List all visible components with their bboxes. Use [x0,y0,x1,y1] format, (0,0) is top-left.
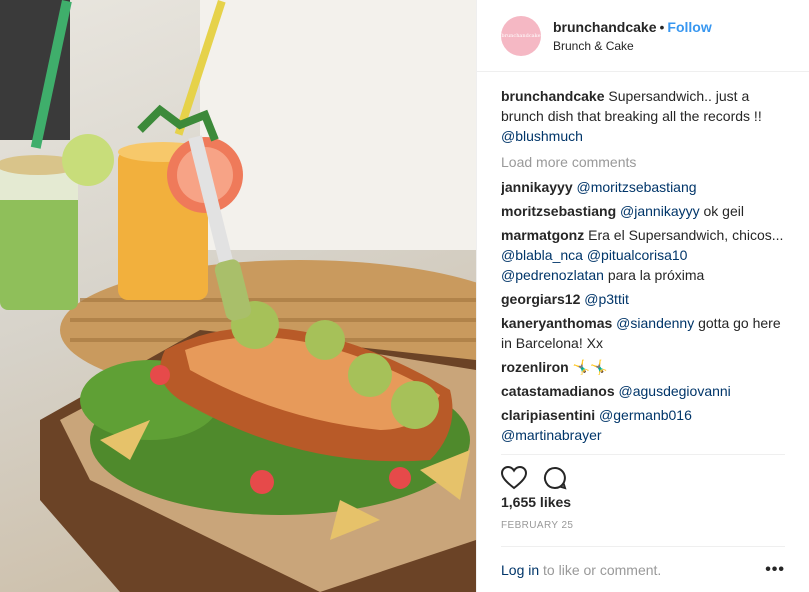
comment-item: moritzsebastiang @jannikayyy ok geil [501,201,791,221]
comment-item: georgiars12 @p3ttit [501,289,791,309]
comment-username[interactable]: claripiasentini [501,407,595,423]
login-prompt: Log in to like or comment. [501,562,661,578]
avatar[interactable]: brunchandcake [501,15,541,56]
username-link[interactable]: brunchandcake [553,19,656,35]
post-header: brunchandcake brunchandcake • Follow Brunc… [477,0,809,72]
comment-text: 🤸‍♂️🤸‍♂️ [572,359,608,375]
post-caption: brunchandcake Supersandwich.. just a bru… [501,86,791,146]
caption-mention[interactable]: @blushmuch [501,128,583,144]
post-footer: Log in to like or comment. ••• [501,546,785,592]
comment-mention[interactable]: @p3ttit [584,291,629,307]
comment-list: jannikayyy @moritzsebastiang moritzsebast… [501,177,791,454]
comment-username[interactable]: moritzsebastiang [501,203,616,219]
food-illustration [0,0,476,592]
post-sidebar: brunchandcake brunchandcake • Follow Brunc… [476,0,809,592]
more-options-icon[interactable]: ••• [765,561,785,579]
follow-button[interactable]: Follow [667,19,711,35]
comment-item: rozenliron 🤸‍♂️🤸‍♂️ [501,357,791,377]
comment-item: claripiasentini @germanb016 @martinabray… [501,405,791,445]
instagram-post: brunchandcake brunchandcake • Follow Brunc… [0,0,809,592]
comment-item: marmatgonz Era el Supersandwich, chicos.… [501,225,791,285]
comment-text: para la próxima [603,267,705,283]
comment-item: catastamadianos @agusdegiovanni [501,381,791,401]
caption-username[interactable]: brunchandcake [501,88,604,104]
separator-dot: • [659,18,665,35]
comment-mention[interactable]: @jannikayyy [620,203,700,219]
avatar-text: brunchandcake [501,32,541,39]
login-link[interactable]: Log in [501,562,539,578]
action-bar [501,454,785,494]
comment-mention[interactable]: @martinabrayer [501,427,602,443]
comment-mention[interactable]: @agusdegiovanni [619,383,731,399]
comment-mention[interactable]: @pedrenozlatan [501,267,604,283]
comment-text: Era el Supersandwich, chicos... [588,227,784,243]
like-count[interactable]: 1,655 likes [501,494,571,510]
comment-username[interactable]: marmatgonz [501,227,584,243]
comment-username[interactable]: georgiars12 [501,291,580,307]
post-photo[interactable] [0,0,476,592]
comment-item: jannikayyy @moritzsebastiang [501,177,791,197]
comment-username[interactable]: catastamadianos [501,383,615,399]
comment-mention[interactable]: @moritzsebastiang [577,179,697,195]
location-link[interactable]: Brunch & Cake [553,38,712,54]
comment-mention[interactable]: @blabla_nca [501,247,583,263]
comment-username[interactable]: rozenliron [501,359,569,375]
comment-mention[interactable]: @germanb016 [599,407,692,423]
comments-section: brunchandcake Supersandwich.. just a bru… [501,86,791,454]
comment-text: ok geil [699,203,744,219]
comment-item: kaneryanthomas @siandenny gotta go here … [501,313,791,353]
login-prompt-text: to like or comment. [539,561,662,578]
load-more-comments-button[interactable]: Load more comments [501,152,791,172]
header-top-line: brunchandcake • Follow [553,18,712,36]
comment-username[interactable]: jannikayyy [501,179,573,195]
comment-mention[interactable]: @siandenny [616,315,694,331]
comment-mention[interactable]: @pitualcorisa10 [587,247,688,263]
header-text: brunchandcake • Follow Brunch & Cake [553,18,712,54]
comment-icon[interactable] [543,466,567,490]
heart-icon[interactable] [501,465,527,490]
post-date: FEBRUARY 25 [501,520,574,531]
comment-username[interactable]: kaneryanthomas [501,315,612,331]
